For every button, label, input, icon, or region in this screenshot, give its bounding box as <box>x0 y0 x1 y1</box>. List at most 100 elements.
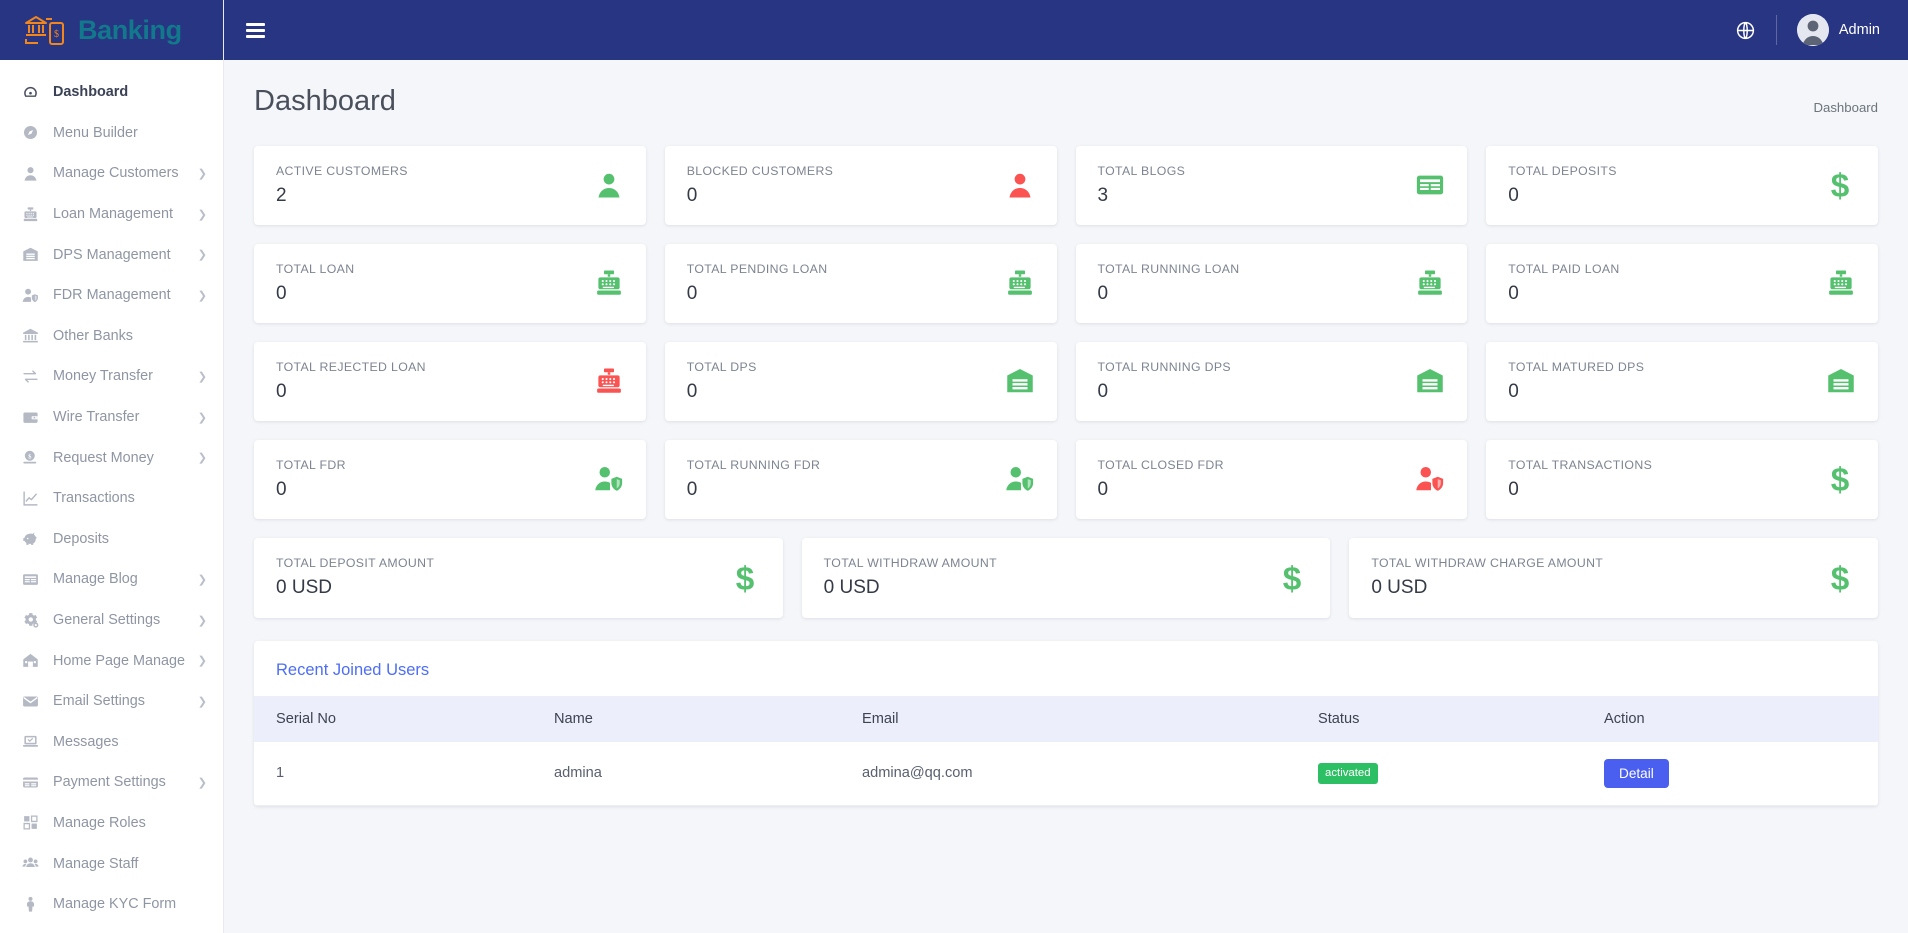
stat-card-total-dps: TOTAL DPS0 <box>665 342 1057 421</box>
stat-card-label: TOTAL DEPOSIT AMOUNT <box>276 556 434 570</box>
stat-card-text: TOTAL RUNNING FDR0 <box>687 458 820 501</box>
stat-card-label: TOTAL DEPOSITS <box>1508 164 1617 178</box>
sidebar-item-loan-management[interactable]: Loan Management❯ <box>0 194 223 235</box>
detail-button[interactable]: Detail <box>1604 759 1669 788</box>
stat-card-value: 0 <box>276 283 354 305</box>
sidebar-item-label: Transactions <box>53 490 207 506</box>
sidebar-item-wire-transfer[interactable]: Wire Transfer❯ <box>0 397 223 438</box>
stat-card-label: BLOCKED CUSTOMERS <box>687 164 833 178</box>
hamburger-icon[interactable] <box>246 23 265 38</box>
sidebar-item-manage-roles[interactable]: Manage Roles <box>0 803 223 844</box>
sidebar-item-label: Money Transfer <box>53 368 198 384</box>
user-icon <box>594 170 624 200</box>
stat-card-text: TOTAL MATURED DPS0 <box>1508 360 1644 403</box>
users-group-icon <box>22 855 44 873</box>
status-badge: activated <box>1318 763 1378 783</box>
sidebar-item-money-transfer[interactable]: Money Transfer❯ <box>0 356 223 397</box>
stat-card-label: TOTAL TRANSACTIONS <box>1508 458 1652 472</box>
sidebar-item-general-settings[interactable]: General Settings❯ <box>0 600 223 641</box>
sidebar-item-other-banks[interactable]: Other Banks <box>0 316 223 357</box>
user-icon <box>22 164 44 182</box>
sidebar-item-fdr-management[interactable]: FDR Management❯ <box>0 275 223 316</box>
stat-card-total-closed-fdr: TOTAL CLOSED FDR0 <box>1076 440 1468 519</box>
stat-card-text: TOTAL REJECTED LOAN0 <box>276 360 426 403</box>
recent-joined-users-panel: Recent Joined Users Serial NoNameEmailSt… <box>254 641 1878 806</box>
dashboard-icon <box>22 83 44 101</box>
warehouse-icon <box>1826 366 1856 396</box>
table-body: 1adminaadmina@qq.comactivatedDetail <box>254 742 1878 806</box>
stat-card-text: TOTAL PAID LOAN0 <box>1508 262 1619 305</box>
user-icon <box>1005 170 1035 200</box>
chevron-right-icon: ❯ <box>198 167 207 180</box>
chevron-right-icon: ❯ <box>198 411 207 424</box>
sidebar-item-label: DPS Management <box>53 247 198 263</box>
sidebar-item-messages[interactable]: Messages <box>0 722 223 763</box>
stat-card-text: TOTAL LOAN0 <box>276 262 354 305</box>
sidebar-item-label: Loan Management <box>53 206 198 222</box>
sidebar-item-menu-builder[interactable]: Menu Builder <box>0 113 223 154</box>
sidebar-item-manage-blog[interactable]: Manage Blog❯ <box>0 559 223 600</box>
stat-card-total-pending-loan: TOTAL PENDING LOAN0 <box>665 244 1057 323</box>
stat-card-total-loan: TOTAL LOAN0 <box>254 244 646 323</box>
sidebar-item-label: Payment Settings <box>53 774 198 790</box>
chevron-right-icon: ❯ <box>198 614 207 627</box>
globe-icon[interactable] <box>1735 20 1756 41</box>
chevron-right-icon: ❯ <box>198 695 207 708</box>
exchange-icon <box>22 367 44 385</box>
stat-card-value: 0 <box>687 479 820 501</box>
table-head: Serial NoNameEmailStatusAction <box>254 696 1878 742</box>
sidebar-nav: DashboardMenu BuilderManage Customers❯Lo… <box>0 60 223 933</box>
stat-card-value: 0 <box>687 283 828 305</box>
chevron-right-icon: ❯ <box>198 208 207 221</box>
sidebar-item-home-page-manage[interactable]: Home Page Manage❯ <box>0 640 223 681</box>
sidebar-item-payment-settings[interactable]: Payment Settings❯ <box>0 762 223 803</box>
chart-line-icon <box>22 489 44 507</box>
sidebar-item-manage-kyc-form[interactable]: Manage KYC Form <box>0 884 223 925</box>
stat-card-value: 0 <box>1098 381 1232 403</box>
brand-logo-area[interactable]: $ Banking <box>0 0 223 60</box>
sidebar-item-manage-staff[interactable]: Manage Staff <box>0 843 223 884</box>
table-column-header: Action <box>1604 696 1878 742</box>
svg-text:$: $ <box>1831 463 1850 495</box>
stat-card-total-rejected-loan: TOTAL REJECTED LOAN0 <box>254 342 646 421</box>
stat-card-label: TOTAL FDR <box>276 458 346 472</box>
sidebar-item-deposits[interactable]: Deposits <box>0 519 223 560</box>
admin-menu[interactable]: Admin <box>1797 14 1880 46</box>
sidebar-item-label: Request Money <box>53 450 198 466</box>
stat-card-value: 0 <box>1098 479 1224 501</box>
sidebar-item-transactions[interactable]: Transactions <box>0 478 223 519</box>
sidebar-item-dps-management[interactable]: DPS Management❯ <box>0 234 223 275</box>
stat-card-value: 0 <box>687 185 833 207</box>
stat-card-value: 0 <box>687 381 757 403</box>
blog-list-icon <box>1415 170 1445 200</box>
stat-card-text: TOTAL CLOSED FDR0 <box>1098 458 1224 501</box>
sidebar-item-label: Menu Builder <box>53 125 207 141</box>
sidebar-item-dashboard[interactable]: Dashboard <box>0 72 223 113</box>
stat-card-label: TOTAL RUNNING DPS <box>1098 360 1232 374</box>
sidebar-item-label: Wire Transfer <box>53 409 198 425</box>
bank-icon <box>22 327 44 345</box>
stat-card-total-running-dps: TOTAL RUNNING DPS 0 <box>1076 342 1468 421</box>
svg-text:$: $ <box>1831 169 1850 201</box>
warehouse-icon <box>1005 366 1035 396</box>
stat-card-total-blogs: TOTAL BLOGS3 <box>1076 146 1468 225</box>
sidebar-item-email-settings[interactable]: Email Settings❯ <box>0 681 223 722</box>
chevron-right-icon: ❯ <box>198 654 207 667</box>
stat-card-text: TOTAL DEPOSITS0 <box>1508 164 1617 207</box>
recent-users-table: Serial NoNameEmailStatusAction 1adminaad… <box>254 696 1878 806</box>
stat-card-active-customers: ACTIVE CUSTOMERS2 <box>254 146 646 225</box>
blog-list-icon <box>22 570 44 588</box>
svg-text:$: $ <box>1283 562 1302 594</box>
cell-email: admina@qq.com <box>862 742 1318 806</box>
sidebar-item-request-money[interactable]: $Request Money❯ <box>0 437 223 478</box>
sidebar-item-manage-customers[interactable]: Manage Customers❯ <box>0 153 223 194</box>
stat-card-label: TOTAL WITHDRAW AMOUNT <box>824 556 997 570</box>
gears-icon <box>22 611 44 629</box>
page-title: Dashboard <box>254 86 396 118</box>
stat-card-value: 0 <box>1508 283 1619 305</box>
admin-label: Admin <box>1839 22 1880 38</box>
stat-card-value: 0 <box>1508 381 1644 403</box>
brand-name: Banking <box>78 17 182 44</box>
stat-card-total-running-loan: TOTAL RUNNING LOAN0 <box>1076 244 1468 323</box>
table-column-header: Name <box>554 696 862 742</box>
